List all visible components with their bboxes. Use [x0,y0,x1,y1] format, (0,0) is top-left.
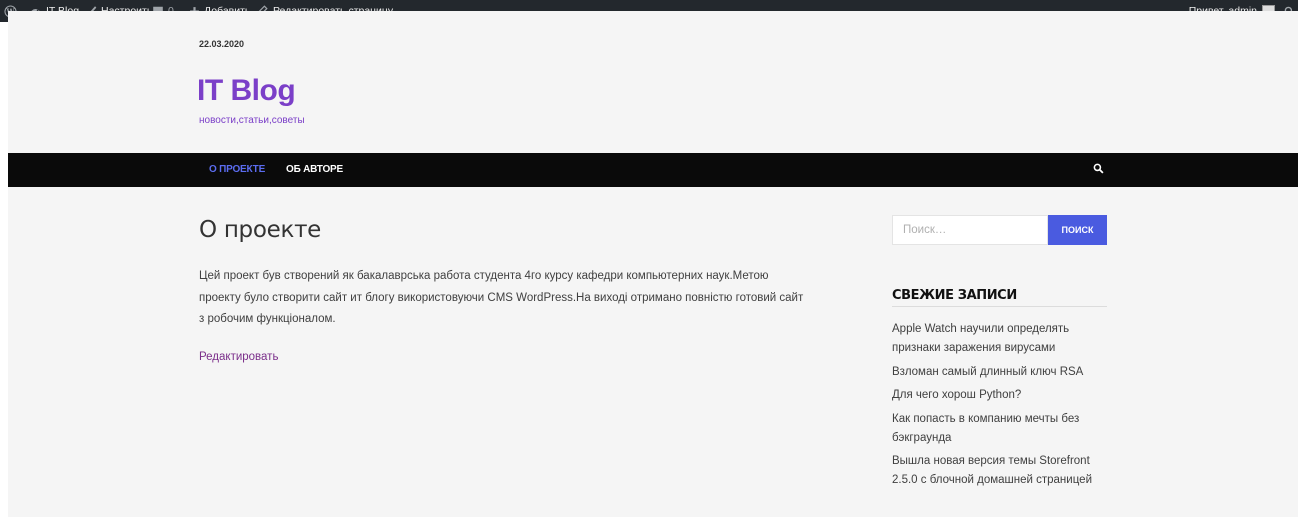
page-title: О проекте [199,217,322,243]
recent-post-link[interactable]: Вышла новая версия темы Storefront 2.5.0… [892,452,1107,490]
nav-item-about-project[interactable]: О ПРОЕКТЕ [209,153,265,187]
recent-post-link[interactable]: Apple Watch научили определять признаки … [892,320,1107,358]
page-content: Цей проект був створений як бакалаврська… [199,270,804,325]
search-input[interactable]: Поиск… [892,215,1048,245]
divider [892,306,1107,307]
recent-post-link[interactable]: Как попасть в компанию мечты без бэкграу… [892,410,1107,448]
site-title[interactable]: IT Blog [197,74,296,108]
search-icon [1093,161,1104,179]
recent-post-link[interactable]: Для чего хорош Python? [892,386,1107,405]
header-date: 22.03.2020 [199,39,245,49]
recent-post-link[interactable]: Взломан самый длинный ключ RSA [892,363,1107,382]
search-button[interactable]: ПОИСК [1048,215,1107,245]
recent-posts-list: Apple Watch научили определять признаки … [892,320,1107,495]
primary-navigation: О ПРОЕКТЕ ОБ АВТОРЕ [8,153,1298,187]
edit-link[interactable]: Редактировать [199,351,278,363]
nav-search-button[interactable] [1088,153,1108,187]
site-description: новости,статьи,советы [199,115,305,126]
nav-item-about-author[interactable]: ОБ АВТОРЕ [286,153,343,187]
recent-posts-title: СВЕЖИЕ ЗАПИСИ [892,288,1017,303]
